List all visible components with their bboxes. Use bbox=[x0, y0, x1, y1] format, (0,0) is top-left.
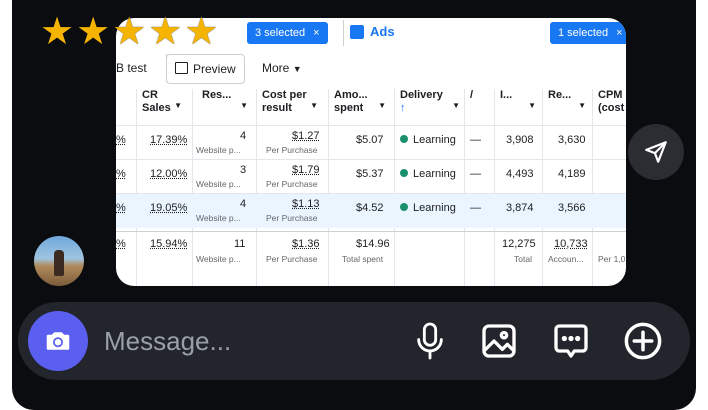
delivery-status: Learning bbox=[400, 202, 456, 214]
caret-down-icon: ▼ bbox=[292, 64, 302, 74]
microphone-button[interactable] bbox=[408, 319, 452, 363]
ads-tab[interactable]: Ads bbox=[350, 24, 395, 39]
table-row[interactable]: % 12.00% 3 Website p... $1.79 Per Purcha… bbox=[116, 159, 626, 194]
share-button[interactable] bbox=[628, 124, 684, 180]
totals-row: % 15.94% 11 Website p... $1.36 Per Purch… bbox=[116, 231, 626, 282]
column-header[interactable]: CPM (cost bbox=[598, 89, 626, 125]
delivery-status: Learning bbox=[400, 168, 456, 180]
send-icon bbox=[645, 141, 667, 163]
star-rating: ★ ★ ★ ★ ★ bbox=[40, 12, 218, 50]
star-icon: ★ bbox=[76, 9, 111, 53]
table-row[interactable]: % 19.05% 4 Website p... $1.13 Per Purcha… bbox=[116, 193, 626, 228]
selected-ads-badge[interactable]: 1 selected × bbox=[550, 22, 626, 44]
sticker-button[interactable] bbox=[549, 319, 593, 363]
preview-icon bbox=[175, 62, 188, 74]
caret-down-icon: ▼ bbox=[240, 101, 248, 110]
caret-down-icon: ▼ bbox=[578, 101, 586, 110]
more-dropdown[interactable]: More ▼ bbox=[262, 54, 302, 82]
close-icon[interactable]: × bbox=[313, 27, 319, 39]
chat-screen: ★ ★ ★ ★ ★ 3 selected × Ads 1 selected × B … bbox=[12, 0, 696, 410]
plus-icon bbox=[624, 322, 662, 360]
status-dot-icon bbox=[400, 203, 408, 211]
close-icon[interactable]: × bbox=[616, 27, 622, 39]
column-header[interactable]: I... ▼ bbox=[500, 89, 542, 125]
column-header[interactable]: Delivery ↑ ▼ bbox=[400, 89, 466, 125]
column-header[interactable]: Amo... spent ▼ bbox=[334, 89, 392, 125]
avatar[interactable] bbox=[34, 236, 84, 286]
ab-test-button[interactable]: B test bbox=[116, 54, 167, 82]
gallery-button[interactable] bbox=[477, 319, 521, 363]
star-icon: ★ bbox=[40, 9, 75, 53]
gallery-icon bbox=[482, 324, 516, 358]
add-button[interactable] bbox=[621, 319, 665, 363]
preview-button[interactable]: Preview bbox=[166, 54, 245, 84]
column-header[interactable]: Cost per result ▼ bbox=[262, 89, 324, 125]
caret-down-icon: ▼ bbox=[310, 101, 318, 110]
camera-button[interactable] bbox=[28, 311, 88, 371]
camera-icon bbox=[46, 332, 70, 350]
chat-bubble-icon bbox=[554, 324, 588, 358]
divider bbox=[343, 20, 344, 46]
shared-screenshot-message[interactable]: 3 selected × Ads 1 selected × B test Previ… bbox=[116, 18, 626, 286]
status-dot-icon bbox=[400, 135, 408, 143]
message-composer: Message... bbox=[18, 302, 690, 380]
caret-down-icon: ▼ bbox=[378, 101, 386, 110]
column-header[interactable]: Re... ▼ bbox=[548, 89, 592, 125]
selected-campaigns-badge[interactable]: 3 selected × bbox=[247, 22, 328, 44]
delivery-status: Learning bbox=[400, 134, 456, 146]
sort-arrow-icon: ↑ bbox=[400, 102, 406, 114]
star-icon: ★ bbox=[112, 9, 147, 53]
star-icon: ★ bbox=[184, 9, 219, 53]
column-header[interactable]: CR Sales ▼ bbox=[142, 89, 188, 125]
ads-icon bbox=[350, 24, 364, 39]
microphone-icon bbox=[417, 322, 443, 360]
ads-toolbar: B test Preview More ▼ bbox=[116, 52, 626, 84]
table-row[interactable]: % 17.39% 4 Website p... $1.27 Per Purcha… bbox=[116, 125, 626, 160]
message-input[interactable]: Message... bbox=[104, 326, 231, 357]
star-icon: ★ bbox=[148, 9, 183, 53]
status-dot-icon bbox=[400, 169, 408, 177]
caret-down-icon: ▼ bbox=[452, 101, 460, 110]
column-header[interactable]: / bbox=[470, 89, 490, 125]
column-header[interactable]: Res... ▼ bbox=[202, 89, 254, 125]
caret-down-icon: ▼ bbox=[528, 101, 536, 110]
avatar-figure bbox=[54, 250, 64, 276]
caret-down-icon: ▼ bbox=[174, 101, 182, 110]
